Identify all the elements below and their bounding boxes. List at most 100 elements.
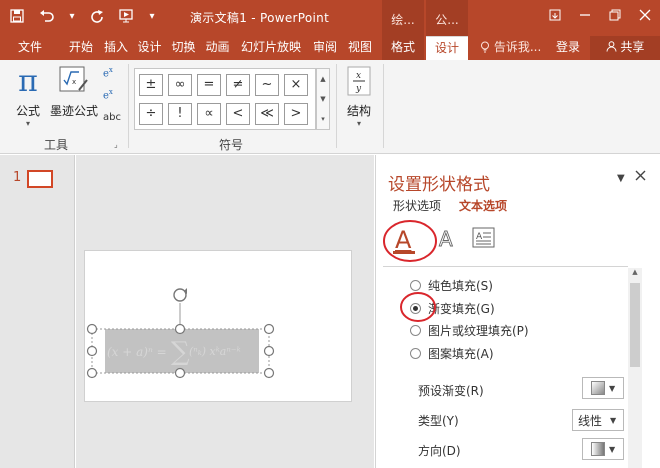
tab-format[interactable]: 格式 bbox=[382, 36, 424, 60]
chevron-down-icon: ▾ bbox=[356, 119, 361, 128]
gallery-more-icon[interactable]: ▾ bbox=[317, 109, 329, 129]
symbol-proportional[interactable]: ∝ bbox=[197, 103, 221, 125]
symbol-much-less-than[interactable]: ≪ bbox=[255, 103, 279, 125]
slide-thumbnail[interactable] bbox=[27, 170, 53, 188]
symbol-not-equal[interactable]: ≠ bbox=[226, 74, 250, 96]
svg-text:x: x bbox=[72, 78, 76, 86]
sign-in-link[interactable]: 登录 bbox=[556, 36, 580, 58]
symbol-gallery-scroll[interactable]: ▲ ▼ ▾ bbox=[316, 68, 330, 130]
restore-icon[interactable] bbox=[600, 0, 630, 30]
group-divider bbox=[383, 64, 384, 148]
symbol-equals[interactable]: = bbox=[197, 74, 221, 96]
person-icon bbox=[606, 40, 621, 54]
symbol-less-than[interactable]: < bbox=[226, 103, 250, 125]
title-bar: ▾ ▾ 演示文稿1 - PowerPoint 绘... 公... bbox=[0, 0, 660, 36]
symbol-plus-minus[interactable]: ± bbox=[139, 74, 163, 96]
normal-text-button[interactable]: abc bbox=[103, 112, 121, 123]
svg-text:∑: ∑ bbox=[171, 337, 190, 367]
structures-button[interactable]: xy 结构 ▾ bbox=[340, 66, 378, 128]
symbol-divide[interactable]: ÷ bbox=[139, 103, 163, 125]
tab-equation-design[interactable]: 设计 bbox=[426, 36, 468, 60]
symbol-factorial[interactable]: ! bbox=[168, 103, 192, 125]
svg-text:(ⁿₖ) xᵏaⁿ⁻ᵏ: (ⁿₖ) xᵏaⁿ⁻ᵏ bbox=[189, 345, 241, 358]
share-button[interactable]: 共享 bbox=[590, 36, 660, 60]
ink-equation-label: 墨迹公式 bbox=[49, 104, 98, 118]
gradient-direction-dropdown[interactable]: ▼ bbox=[582, 438, 624, 460]
gradient-swatch-icon bbox=[591, 381, 605, 395]
section-divider bbox=[383, 266, 628, 267]
rotate-handle-icon[interactable] bbox=[173, 288, 187, 302]
group-divider bbox=[128, 64, 129, 148]
tab-review[interactable]: 审阅 bbox=[309, 36, 341, 60]
redo-icon[interactable] bbox=[82, 0, 112, 32]
slide-canvas[interactable]: (x + a)ⁿ = ∑ (ⁿₖ) xᵏaⁿ⁻ᵏ bbox=[84, 250, 352, 402]
dialog-launcher-icon[interactable]: ⌟ bbox=[114, 140, 118, 149]
pane-scrollbar-thumb[interactable] bbox=[630, 283, 640, 367]
text-fill-outline-icon[interactable]: A bbox=[383, 218, 439, 267]
symbol-greater-than[interactable]: > bbox=[284, 103, 308, 125]
slide-number: 1 bbox=[13, 170, 22, 185]
tab-animations[interactable]: 动画 bbox=[201, 36, 234, 60]
fill-option-pattern[interactable]: 图案填充(A) bbox=[410, 345, 494, 362]
direction-swatch-icon bbox=[591, 442, 605, 456]
slide-thumbnail-pane: 1 bbox=[0, 155, 75, 468]
gradient-type-dropdown[interactable]: 线性 ▼ bbox=[572, 409, 624, 431]
preset-gradient-dropdown[interactable]: ▼ bbox=[582, 377, 624, 399]
contextual-tab-equation[interactable]: 公... bbox=[426, 0, 468, 36]
pi-icon: π bbox=[18, 64, 38, 99]
tab-file[interactable]: 文件 bbox=[6, 36, 54, 60]
tab-shape-options[interactable]: 形状选项 bbox=[393, 197, 441, 214]
symbol-gallery: ± ∞ = ≠ ~ × ÷ ! ∝ < ≪ > bbox=[134, 68, 316, 130]
ribbon-display-options-icon[interactable] bbox=[540, 0, 570, 30]
tell-me-box[interactable]: 告诉我... bbox=[480, 36, 541, 60]
chevron-down-icon: ▼ bbox=[610, 415, 617, 425]
linear-format-icon[interactable]: ex bbox=[103, 88, 121, 106]
undo-dropdown-icon[interactable]: ▾ bbox=[62, 0, 82, 32]
tools-group-label: 工具 bbox=[44, 138, 69, 152]
tab-slide-show[interactable]: 幻灯片放映 bbox=[234, 36, 308, 60]
equation-button[interactable]: π 公式 ▾ bbox=[8, 64, 48, 129]
symbol-infinity[interactable]: ∞ bbox=[168, 74, 192, 96]
fill-option-picture[interactable]: 图片或纹理填充(P) bbox=[410, 322, 529, 339]
start-from-beginning-icon[interactable] bbox=[112, 0, 142, 32]
structures-label: 结构 bbox=[346, 104, 371, 118]
text-effects-icon[interactable]: A bbox=[437, 226, 457, 255]
scroll-up-icon[interactable]: ▲ bbox=[317, 69, 329, 89]
selected-equation-shape[interactable]: (x + a)ⁿ = ∑ (ⁿₖ) xᵏaⁿ⁻ᵏ bbox=[85, 251, 353, 403]
symbols-group-label: 符号 bbox=[219, 138, 244, 152]
symbol-times[interactable]: × bbox=[284, 74, 308, 96]
save-icon[interactable] bbox=[2, 0, 32, 32]
pane-options-dropdown-icon[interactable]: ▼ bbox=[617, 173, 625, 184]
group-divider bbox=[336, 64, 337, 148]
tab-view[interactable]: 视图 bbox=[342, 36, 378, 60]
pane-close-icon[interactable] bbox=[635, 170, 646, 185]
tab-transitions[interactable]: 切换 bbox=[167, 36, 200, 60]
ink-equation-button[interactable]: x 墨迹公式 bbox=[48, 66, 100, 119]
share-label: 共享 bbox=[620, 40, 645, 54]
tab-design[interactable]: 设计 bbox=[133, 36, 166, 60]
gradient-type-value: 线性 bbox=[578, 413, 603, 428]
radio-picture-fill[interactable] bbox=[410, 325, 421, 336]
direction-label: 方向(D) bbox=[418, 444, 461, 458]
svg-text:A: A bbox=[439, 227, 453, 251]
textbox-icon[interactable]: A bbox=[472, 227, 496, 252]
tab-home[interactable]: 开始 bbox=[62, 36, 100, 60]
close-icon[interactable] bbox=[630, 0, 660, 30]
tab-insert[interactable]: 插入 bbox=[100, 36, 132, 60]
contextual-tab-drawing[interactable]: 绘... bbox=[382, 0, 424, 36]
fraction-icon: xy bbox=[340, 66, 378, 98]
scroll-down-icon[interactable]: ▼ bbox=[317, 89, 329, 109]
tab-text-options[interactable]: 文本选项 bbox=[459, 197, 507, 214]
chevron-down-icon: ▼ bbox=[609, 444, 616, 454]
professional-format-icon[interactable]: ex bbox=[103, 66, 121, 84]
type-label: 类型(Y) bbox=[418, 414, 459, 428]
minimize-icon[interactable] bbox=[570, 0, 600, 30]
lightbulb-icon bbox=[480, 40, 494, 54]
fill-option-label: 图案填充(A) bbox=[428, 347, 494, 361]
customize-qat-icon[interactable]: ▾ bbox=[142, 0, 162, 32]
undo-icon[interactable] bbox=[32, 0, 62, 32]
symbol-tilde[interactable]: ~ bbox=[255, 74, 279, 96]
scroll-up-icon[interactable]: ▲ bbox=[628, 268, 642, 276]
equation-label: 公式 bbox=[15, 104, 40, 118]
radio-pattern-fill[interactable] bbox=[410, 348, 421, 359]
